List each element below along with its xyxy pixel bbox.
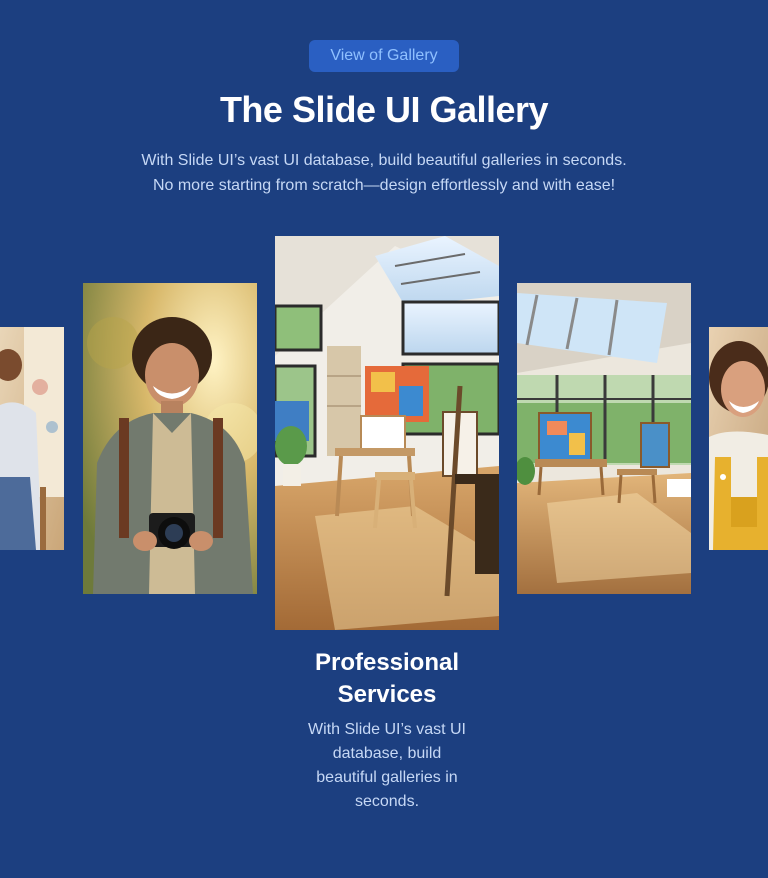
gallery-card-art-studio[interactable] (275, 236, 499, 630)
art-studio-easels-photo (275, 236, 499, 630)
caption-text-line: With Slide UI’s vast UI (308, 721, 466, 738)
caption-title-line: Services (337, 681, 437, 708)
caption-text-line: database, build (332, 745, 442, 762)
painter-woman-photo (0, 327, 64, 550)
gallery-badge[interactable]: View of Gallery (309, 40, 459, 72)
subtitle-line: No more starting from scratch—design eff… (152, 177, 616, 194)
caption-text-line: beautiful galleries in (316, 769, 458, 786)
gallery-card-skylight-studio[interactable] (517, 283, 691, 594)
photographer-man-photo (83, 283, 257, 594)
page-title: The Slide UI Gallery (219, 89, 549, 130)
art-studio-skylight-photo (517, 283, 691, 594)
page-subtitle: With Slide UI’s vast UI database, build … (100, 148, 668, 198)
gallery-card-photographer[interactable] (83, 283, 257, 594)
caption-text-line: seconds. (354, 793, 420, 810)
gallery-card-smiling-woman[interactable] (709, 327, 768, 550)
smiling-woman-overalls-photo (709, 327, 768, 550)
active-slide-description: With Slide UI’s vast UI database, build … (297, 718, 477, 814)
caption-title-line: Professional (314, 649, 460, 676)
gallery-card-painter-woman[interactable] (0, 327, 64, 550)
active-slide-title: Professional Services (287, 647, 487, 711)
subtitle-line: With Slide UI’s vast UI database, build … (141, 152, 627, 169)
